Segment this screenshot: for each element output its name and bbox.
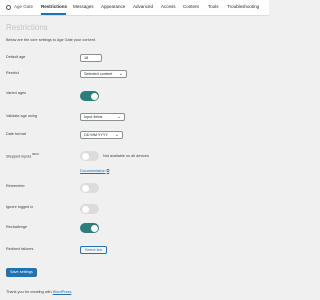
stepped-inputs-note: Not available on all devices: [103, 154, 150, 158]
redirect-failures-label: Redirect failures: [6, 247, 34, 251]
tab-access[interactable]: Access: [161, 4, 176, 10]
toggle-knob: [81, 205, 89, 213]
brand-name: Age Gate: [14, 4, 34, 9]
tab-messages[interactable]: Messages: [73, 4, 94, 10]
page-description: Below are the core settings to Age Gate …: [6, 38, 96, 42]
default-age-input[interactable]: 18: [80, 54, 102, 62]
remember-label: Remember: [6, 184, 25, 188]
date-format-label: Date format: [6, 132, 26, 136]
toggle-knob: [90, 92, 98, 100]
tab-advanced[interactable]: Advanced: [133, 4, 153, 10]
stepped-inputs-toggle[interactable]: [80, 151, 99, 161]
wordpress-link[interactable]: WordPress: [53, 290, 72, 294]
tab-restrictions[interactable]: Restrictions: [41, 4, 67, 10]
page-title: Restrictions: [6, 23, 48, 32]
date-format-select[interactable]: DD MM YYYY ⌄: [80, 131, 123, 139]
chevron-down-icon: ⌄: [118, 71, 123, 77]
validate-age-using-value: Input fields: [84, 115, 103, 119]
chevron-down-icon: ⌄: [116, 114, 121, 120]
stepped-inputs-label: Stepped inputsBETA: [6, 152, 39, 159]
varied-ages-toggle[interactable]: [80, 91, 99, 101]
tab-content[interactable]: Content: [183, 4, 199, 10]
toggle-knob: [90, 224, 98, 232]
documentation-link[interactable]: Documentation⧉: [80, 169, 109, 174]
restrict-select[interactable]: Selected content ⌄: [80, 70, 127, 78]
rechallenge-label: Rechallenge: [6, 225, 28, 229]
validate-age-using-select[interactable]: Input fields ⌄: [80, 113, 125, 121]
remember-toggle[interactable]: [80, 183, 99, 193]
validate-age-using-label: Validate age using: [6, 114, 37, 118]
external-link-icon: ⧉: [106, 169, 110, 173]
chevron-down-icon: ⌄: [114, 132, 119, 138]
stepped-inputs-label-text: Stepped inputs: [6, 154, 32, 159]
toggle-knob: [81, 184, 89, 192]
footer-text: Thank you for creating with WordPress.: [6, 290, 72, 295]
restrict-label: Restrict: [6, 71, 19, 75]
ignore-logged-in-label: Ignore logged in: [6, 205, 34, 209]
toggle-knob: [81, 152, 89, 160]
tab-appearance[interactable]: Appearance: [101, 4, 125, 10]
tab-tools[interactable]: Tools: [208, 4, 219, 10]
tab-troubleshooting[interactable]: Troubleshooting: [227, 4, 259, 10]
date-format-value: DD MM YYYY: [84, 133, 108, 137]
varied-ages-label: Varied ages: [6, 91, 26, 95]
default-age-label: Default age: [6, 55, 26, 59]
ignore-logged-in-toggle[interactable]: [80, 204, 99, 214]
save-settings-button[interactable]: Save settings: [6, 268, 37, 277]
restrict-select-value: Selected content: [84, 72, 113, 76]
brand[interactable]: Age Gate: [6, 4, 33, 10]
top-navigation: Age Gate Restrictions Messages Appearanc…: [0, 0, 269, 16]
active-tab-indicator: [41, 13, 66, 15]
age-gate-logo-icon: [6, 4, 11, 10]
footer-suffix: .: [71, 290, 73, 294]
documentation-link-text: Documentation: [80, 169, 106, 173]
rechallenge-toggle[interactable]: [80, 223, 99, 233]
beta-badge: BETA: [32, 153, 39, 156]
select-link-button[interactable]: Select link: [80, 246, 108, 254]
footer-prefix: Thank you for creating with: [6, 290, 53, 294]
